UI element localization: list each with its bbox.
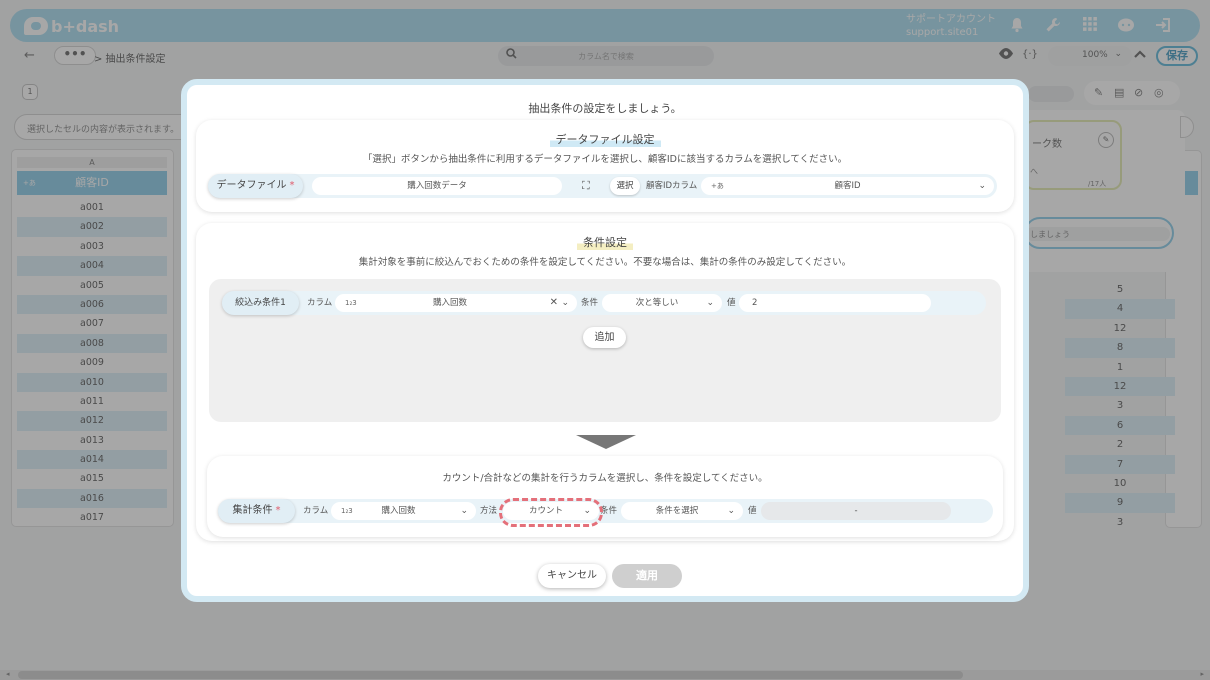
filter-value-input[interactable]: 2 [739, 294, 931, 312]
chevron-down-icon: ⌄ [460, 506, 468, 516]
filter-condition-box: 絞込み条件1 カラム 1₂3 購入回数 ✕ ⌄ 条件 次と等しい ⌄ 値 2 追… [209, 279, 1001, 422]
aggregate-label: 集計条件 * [218, 499, 295, 523]
data-file-field[interactable]: 購入回数データ [312, 177, 562, 195]
chevron-down-icon: ⌄ [727, 506, 735, 516]
condition-section: 条件設定 集計対象を事前に絞込んでおくための条件を設定してください。不要な場合は… [196, 223, 1014, 541]
method-highlight [499, 498, 603, 527]
aggregate-value-input: - [761, 502, 951, 520]
add-filter-button[interactable]: 追加 [583, 327, 626, 348]
column-label: カラム [307, 298, 333, 308]
expand-icon[interactable]: ⛶ [582, 174, 590, 198]
aggregate-description: カウント/合計などの集計を行うカラムを選択し、条件を設定してください。 [442, 473, 768, 484]
cancel-button[interactable]: キャンセル [538, 564, 606, 588]
modal-title: 抽出条件の設定をしましょう。 [528, 102, 682, 115]
filter-row: 絞込み条件1 カラム 1₂3 購入回数 ✕ ⌄ 条件 次と等しい ⌄ 値 2 [222, 291, 986, 315]
aggregate-row: 集計条件 * カラム 1₂3 購入回数 ⌄ 方法 カウント ⌄ 条件 条件を選択 … [218, 499, 993, 523]
aggregate-condition-placeholder: 条件を選択 [655, 506, 699, 516]
method-label: 方法 [480, 506, 498, 516]
filter-condition-value: 次と等しい [635, 298, 679, 308]
customer-id-column-label: 顧客IDカラム [646, 181, 698, 191]
value-label: 値 [727, 298, 736, 308]
data-file-section: データファイル設定 「選択」ボタンから抽出条件に利用するデータファイルを選択し、… [196, 120, 1014, 212]
customer-id-column-select[interactable]: +あ 顧客ID ⌄ [701, 177, 994, 195]
aggregate-column-value: 購入回数 [381, 506, 416, 516]
column-label: カラム [303, 506, 329, 516]
aggregate-value-label: 値 [748, 506, 757, 516]
filter-condition-select[interactable]: 次と等しい ⌄ [602, 294, 722, 312]
condition-title: 条件設定 [196, 234, 1014, 250]
data-file-label: データファイル * [208, 174, 303, 198]
apply-button[interactable]: 適用 [612, 564, 682, 588]
customer-id-value: 顧客ID [834, 181, 861, 191]
data-file-row: データファイル * 購入回数データ ⛶ 選択 顧客IDカラム +あ 顧客ID ⌄ [208, 174, 997, 198]
select-file-button[interactable]: 選択 [610, 177, 640, 195]
extraction-condition-modal: 抽出条件の設定をしましょう。 データファイル設定 「選択」ボタンから抽出条件に利… [181, 79, 1029, 602]
aggregate-section: カウント/合計などの集計を行うカラムを選択し、条件を設定してください。 集計条件… [207, 456, 1003, 537]
chevron-down-icon: ⌄ [706, 298, 714, 308]
aggregate-condition-select[interactable]: 条件を選択 ⌄ [621, 502, 743, 520]
condition-description: 集計対象を事前に絞込んでおくための条件を設定してください。不要な場合は、集計の条… [358, 257, 852, 268]
data-file-title: データファイル設定 [196, 131, 1014, 147]
chevron-down-icon: ⌄ [978, 181, 986, 191]
chevron-down-icon: ⌄ [561, 298, 569, 308]
flow-arrow-icon [576, 435, 636, 449]
clear-icon[interactable]: ✕ [550, 294, 558, 312]
filter-label: 絞込み条件1 [222, 291, 299, 315]
condition-label: 条件 [581, 298, 599, 308]
filter-column-select[interactable]: 1₂3 購入回数 ✕ ⌄ [335, 294, 577, 312]
data-file-description: 「選択」ボタンから抽出条件に利用するデータファイルを選択し、顧客IDに該当するカ… [362, 154, 848, 165]
filter-column-value: 購入回数 [432, 298, 467, 308]
aggregate-column-select[interactable]: 1₂3 購入回数 ⌄ [331, 502, 476, 520]
